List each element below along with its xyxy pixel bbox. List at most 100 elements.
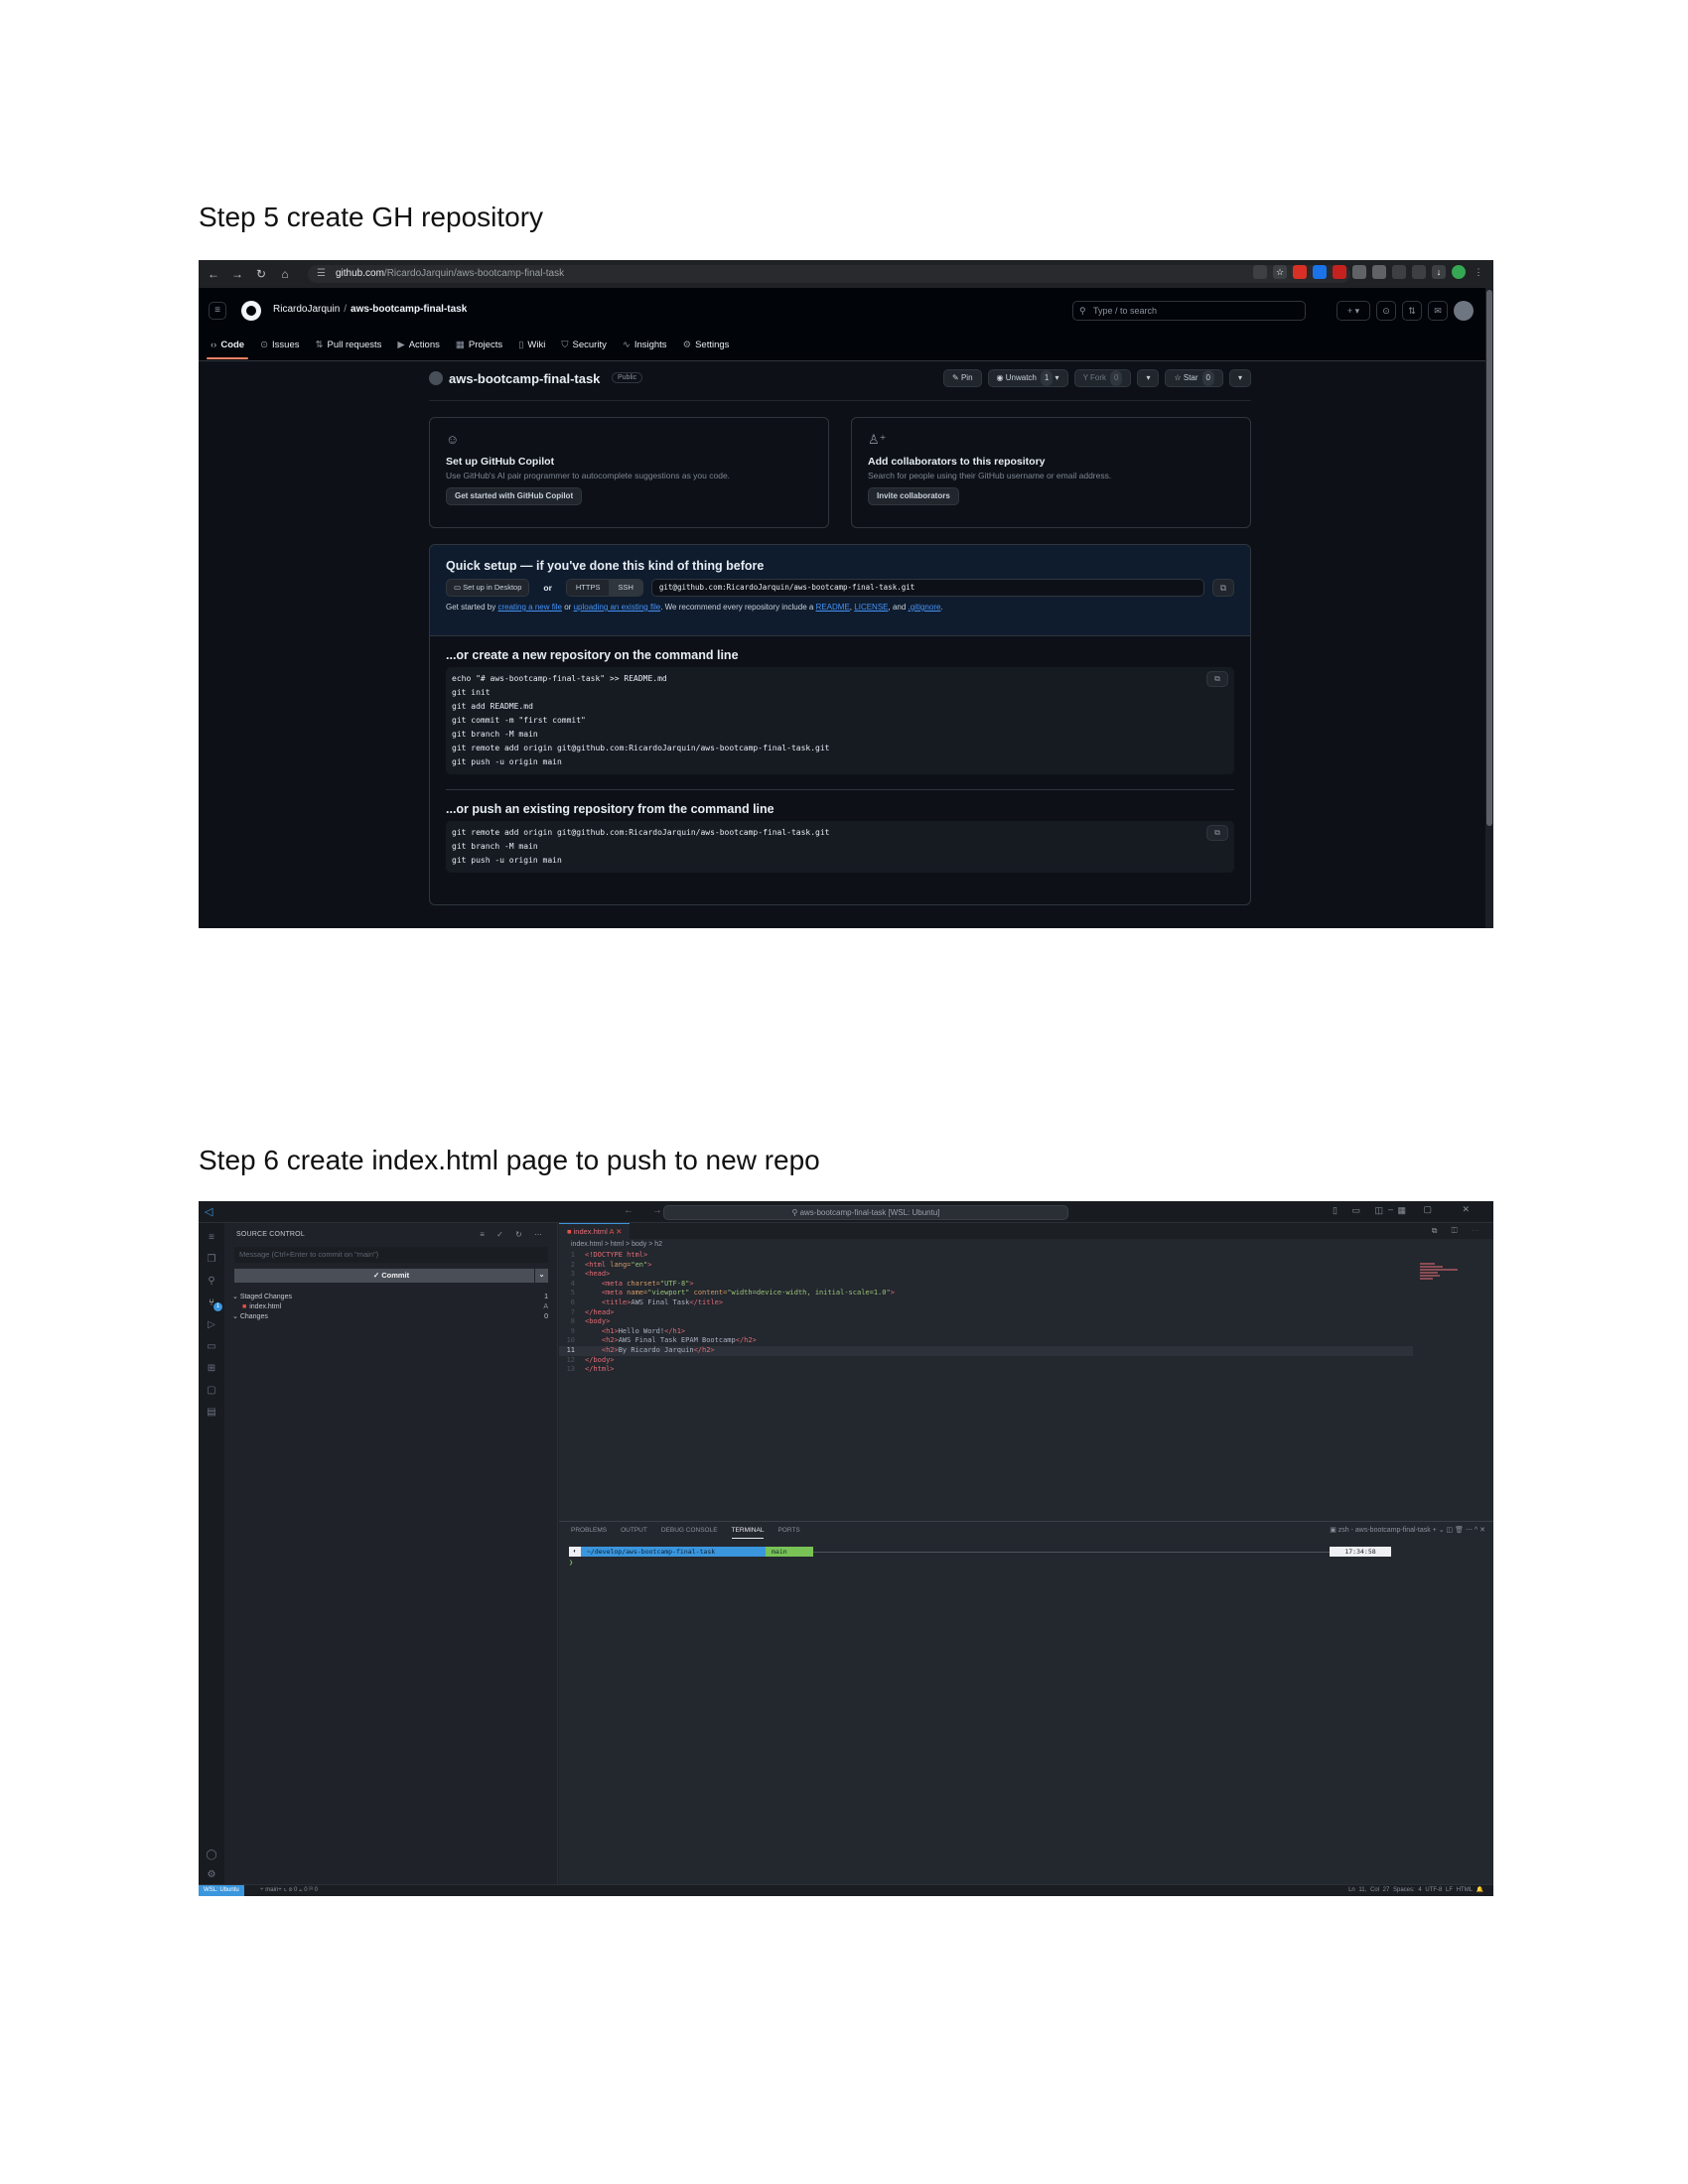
bookmark-star-icon[interactable]: ☆	[1273, 265, 1287, 279]
remote-explorer-icon[interactable]: ▭	[205, 1340, 218, 1354]
staged-changes-group[interactable]: ⌄ Staged Changes 1	[232, 1293, 548, 1302]
code-line[interactable]: 1 <!DOCTYPE html>	[559, 1251, 1413, 1261]
settings-gear-icon[interactable]: ⚙	[205, 1868, 218, 1882]
chevron-down-icon[interactable]: ⌄	[534, 1269, 548, 1283]
unwatch-button[interactable]: ◉ Unwatch 1 ▾	[987, 369, 1068, 387]
editor-actions-icons[interactable]: ⧉ ◫ ⋯	[1432, 1226, 1485, 1236]
status-eol[interactable]: LF	[1446, 1887, 1453, 1893]
scrollbar-thumb[interactable]	[1486, 290, 1492, 826]
shield-extension-icon[interactable]	[1372, 265, 1386, 279]
download-icon[interactable]: ↓	[1432, 265, 1446, 279]
status-branch[interactable]: main+	[265, 1887, 282, 1893]
window-controls[interactable]: – ▢ ✕	[1388, 1204, 1483, 1215]
status-problems[interactable]: 0 ⚠ 0	[294, 1887, 308, 1893]
panel-tab-output[interactable]: OUTPUT	[621, 1527, 647, 1539]
panel-action-icons[interactable]: + ⌄ ◫ 🗑 ⋯ ^ ✕	[1433, 1527, 1485, 1534]
address-bar[interactable]: ☰ github.com/RicardoJarquin/aws-bootcamp…	[308, 265, 1350, 283]
extensions-icon[interactable]: ⊞	[205, 1362, 218, 1376]
status-position[interactable]: Ln 11, Col 27	[1348, 1887, 1389, 1893]
tab-code[interactable]: ‹› Code	[206, 336, 249, 359]
search-icon[interactable]: ⚲	[205, 1275, 218, 1289]
profile-avatar[interactable]	[1452, 265, 1466, 279]
copy-code-icon[interactable]: ⧉	[1206, 671, 1228, 687]
code-line[interactable]: 13 </html>	[559, 1365, 1413, 1375]
tab-wiki[interactable]: ▯ Wiki	[518, 336, 545, 359]
tab-security[interactable]: ⛉ Security	[561, 336, 606, 359]
copilot-button[interactable]: Get started with GitHub Copilot	[446, 487, 583, 505]
repo-title[interactable]: aws-bootcamp-final-task	[449, 371, 600, 386]
setup-desktop-button[interactable]: ▭ Set up in Desktop	[446, 579, 530, 597]
terminal-caret[interactable]: ❯	[569, 1559, 573, 1567]
code-line[interactable]: 7 </head>	[559, 1308, 1413, 1318]
changes-group[interactable]: ⌄ Changes 0	[232, 1312, 548, 1322]
site-settings-icon[interactable]: ☰	[317, 265, 326, 283]
fork-dropdown[interactable]: ▾	[1137, 369, 1160, 387]
code-line[interactable]: 3 <head>	[559, 1270, 1413, 1280]
panel-tab-problems[interactable]: PROBLEMS	[571, 1527, 607, 1539]
panel-tab-debug-console[interactable]: DEBUG CONSOLE	[661, 1527, 718, 1539]
fork-button[interactable]: Y Fork 0	[1073, 369, 1132, 387]
sidebar-toolbar-icons[interactable]: ≡ ✓ ↻ ⋯	[480, 1230, 547, 1239]
editor-breadcrumb[interactable]: index.html > html > body > h2	[571, 1241, 662, 1248]
invite-collaborators-button[interactable]: Invite collaborators	[868, 487, 959, 505]
screenshot-extension-icon[interactable]	[1352, 265, 1366, 279]
code-line[interactable]: 4 <meta charset="UTF-8">	[559, 1280, 1413, 1290]
readme-link[interactable]: README	[816, 603, 850, 612]
page-scrollbar[interactable]	[1485, 288, 1493, 928]
code-line[interactable]: 2 <html lang="en">	[559, 1261, 1413, 1271]
copy-code-icon[interactable]: ⧉	[1206, 825, 1228, 841]
code-editor[interactable]: 1 <!DOCTYPE html> 2 <html lang="en"> 3 <head>…	[559, 1251, 1413, 1375]
hamburger-menu-icon[interactable]: ≡	[209, 302, 226, 320]
menu-icon[interactable]: ≡	[205, 1231, 218, 1245]
folder-icon[interactable]: ▤	[205, 1406, 218, 1420]
record-extension-icon[interactable]	[1333, 265, 1346, 279]
code-line[interactable]: 6 <title>AWS Final Task</title>	[559, 1298, 1413, 1308]
extensions-puzzle-icon[interactable]	[1392, 265, 1406, 279]
tab-pull-requests[interactable]: ⇅ Pull requests	[316, 336, 382, 359]
status-encoding[interactable]: UTF-8	[1425, 1887, 1442, 1893]
commit-message-input[interactable]: Message (Ctrl+Enter to commit on "main")	[234, 1247, 548, 1263]
tab-projects[interactable]: ▦ Projects	[456, 336, 502, 359]
status-ports[interactable]: 0	[315, 1887, 318, 1893]
tab-issues[interactable]: ⊙ Issues	[260, 336, 299, 359]
create-file-link[interactable]: creating a new file	[497, 603, 561, 612]
staged-file-item[interactable]: ■ index.html A	[232, 1302, 548, 1312]
commit-button[interactable]: ✓ Commit ⌄	[234, 1269, 548, 1283]
minimap[interactable]	[1420, 1263, 1470, 1291]
code-line[interactable]: 12 </body>	[559, 1356, 1413, 1366]
tab-actions[interactable]: ▶ Actions	[397, 336, 439, 359]
reading-list-icon[interactable]	[1412, 265, 1426, 279]
pin-button[interactable]: ✎ Pin	[943, 369, 982, 387]
shell-label[interactable]: zsh - aws-bootcamp-final-task	[1338, 1527, 1431, 1534]
code-line[interactable]: 9 <h1>Hello Word!</h1>	[559, 1327, 1413, 1337]
editor-tab-index-html[interactable]: ■ index.html A ✕	[559, 1223, 631, 1239]
star-button[interactable]: ☆ Star 0	[1165, 369, 1223, 387]
code-line[interactable]: 5 <meta name="viewport" content="width=d…	[559, 1289, 1413, 1298]
tab-insights[interactable]: ∿ Insights	[623, 336, 667, 359]
explorer-icon[interactable]: ❐	[205, 1253, 218, 1267]
vscode-logo-icon[interactable]: ◁	[205, 1205, 212, 1218]
command-center[interactable]: ⚲ aws-bootcamp-final-task [WSL: Ubuntu]	[663, 1205, 1068, 1220]
search-input[interactable]: ⚲ Type / to search	[1072, 301, 1306, 321]
owner-link[interactable]: RicardoJarquin	[273, 304, 340, 315]
star-dropdown[interactable]: ▾	[1228, 369, 1251, 387]
issues-icon[interactable]: ⊙	[1376, 301, 1396, 321]
code-line[interactable]: 8 <body>	[559, 1317, 1413, 1327]
clone-url-field[interactable]: git@github.com:RicardoJarquin/aws-bootca…	[650, 579, 1204, 597]
panel-tab-terminal[interactable]: TERMINAL	[731, 1527, 765, 1539]
home-icon[interactable]: ⌂	[276, 265, 294, 283]
code-line[interactable]: 10 <h2>AWS Final Task EPAM Bootcamp</h2>	[559, 1336, 1413, 1346]
notifications-bell-icon[interactable]: 🔔	[1477, 1887, 1483, 1893]
back-icon[interactable]: ←	[205, 265, 222, 283]
remote-indicator[interactable]: WSL: Ubuntu	[199, 1885, 244, 1896]
tab-settings[interactable]: ⚙ Settings	[683, 336, 730, 359]
copy-url-icon[interactable]: ⧉	[1212, 579, 1234, 597]
run-debug-icon[interactable]: ▷	[205, 1318, 218, 1332]
license-link[interactable]: LICENSE	[854, 603, 888, 612]
upload-file-link[interactable]: uploading an existing file	[574, 603, 661, 612]
cast-icon[interactable]	[1253, 265, 1267, 279]
ssh-tab[interactable]: SSH	[609, 580, 642, 596]
kebab-menu-icon[interactable]: ⋮	[1472, 265, 1485, 279]
panel-tab-ports[interactable]: PORTS	[777, 1527, 799, 1539]
status-spaces[interactable]: Spaces: 4	[1393, 1887, 1422, 1893]
